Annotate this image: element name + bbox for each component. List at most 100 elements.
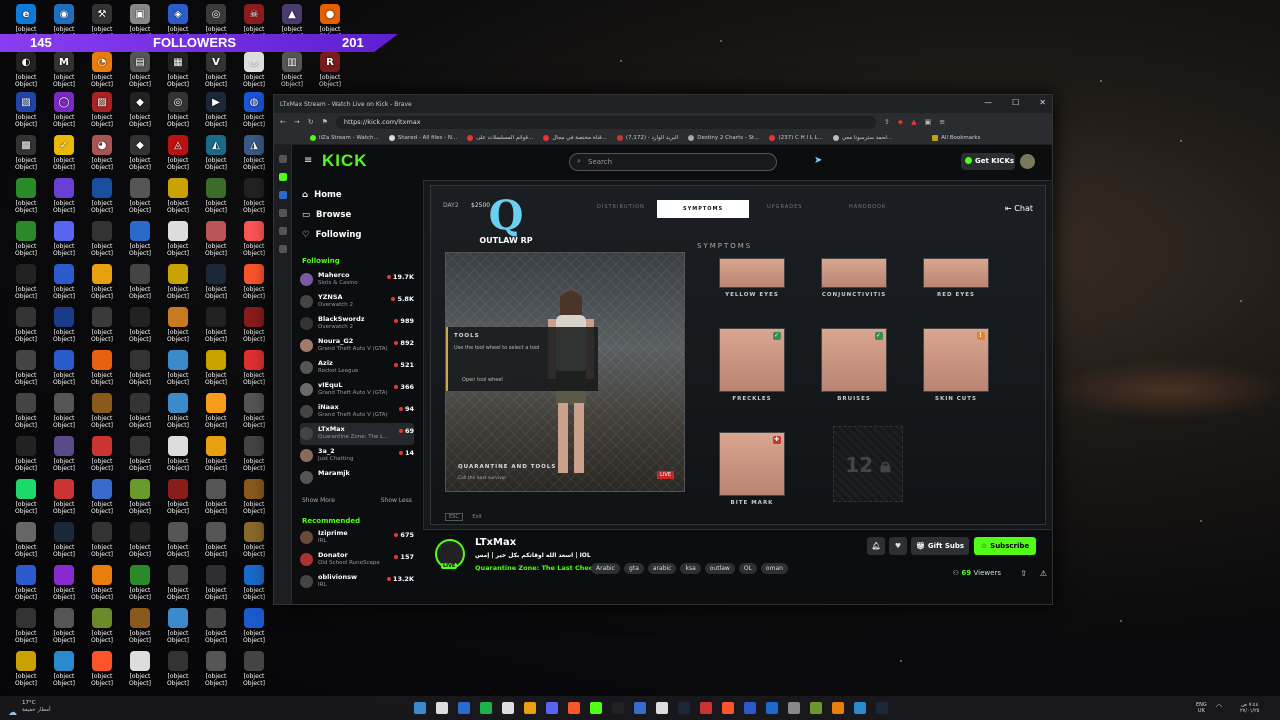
desktop-icon[interactable]: ◍ [object Object] (232, 92, 276, 128)
taskbar-app-icon[interactable] (480, 702, 492, 714)
get-kicks-button[interactable]: Get KICKs (961, 153, 1015, 170)
taskbar-app-icon[interactable] (458, 702, 470, 714)
user-avatar[interactable] (1020, 154, 1035, 169)
desktop-icon[interactable]: [object Object] (232, 565, 276, 601)
chat-toggle[interactable]: ⇤ Chat (1005, 204, 1033, 213)
desktop-icon[interactable]: [object Object] (232, 350, 276, 386)
sidebar-icon[interactable] (278, 227, 287, 235)
channel-row[interactable]: Maherco Slots & Casino 19.7K (300, 269, 414, 291)
desktop-icon[interactable]: [object Object] (232, 479, 276, 515)
desktop-icon[interactable]: ◮ [object Object] (232, 135, 276, 171)
taskbar-app-icon[interactable] (854, 702, 866, 714)
taskbar-app-icon[interactable] (744, 702, 756, 714)
gift-subs-button[interactable]: 🎁︎ Gift Subs (911, 537, 969, 555)
nav-following[interactable]: ♡ Following (302, 225, 362, 245)
extensions-icon[interactable]: ▣ (925, 118, 932, 126)
taskbar-app-icon[interactable] (502, 702, 514, 714)
channel-row[interactable]: 3a_2 Just Chatting 14 (300, 445, 414, 467)
desktop-icon[interactable]: [object Object] (232, 221, 276, 257)
taskbar-app-icon[interactable] (568, 702, 580, 714)
desktop-icon[interactable]: [object Object] (232, 393, 276, 429)
bookmark-item[interactable]: البريد الوارد - (7,172) (616, 134, 678, 141)
show-less-button[interactable]: Show Less (381, 497, 412, 504)
channel-row[interactable]: Iziprime IRL 675 (300, 527, 414, 549)
menu-icon[interactable]: ≡ (939, 118, 945, 126)
bookmark-item[interactable]: قناة مختصة في مجال... (543, 134, 607, 141)
kick-logo[interactable]: KICK (322, 151, 368, 171)
desktop-icon[interactable]: [object Object] (232, 264, 276, 300)
tag-chip[interactable]: ksa (680, 563, 701, 574)
sidebar-icon[interactable] (278, 245, 287, 253)
reload-icon[interactable]: ↻ (308, 118, 314, 126)
maximize-icon[interactable]: ☐ (1012, 98, 1019, 107)
report-icon[interactable]: ⚠ (1040, 569, 1047, 578)
share-stream-icon[interactable]: ⇧ (1020, 569, 1027, 578)
search-input[interactable]: ⌕ Search (569, 153, 777, 171)
taskbar-app-icon[interactable] (634, 702, 646, 714)
clock[interactable]: ٧:٤٤ ص ٢٧/٠١/٢٥ (1240, 702, 1259, 714)
desktop-icon[interactable]: [object Object] (232, 178, 276, 214)
desktop-icon[interactable]: [object Object] (232, 522, 276, 558)
channel-row[interactable]: BlackSwordz Overwatch 2 989 (300, 313, 414, 335)
notify-button[interactable]: 🔔︎ (867, 537, 885, 555)
sidebar-icon[interactable] (278, 191, 287, 199)
taskbar-app-icon[interactable] (590, 702, 602, 714)
subscribe-button[interactable]: ☆ Subscribe (974, 537, 1036, 555)
follow-button[interactable]: ♥ (889, 537, 907, 555)
bookmark-item[interactable]: iiZa Stream - Watch... (310, 134, 379, 141)
taskbar-app-icon[interactable] (546, 702, 558, 714)
tag-chip[interactable]: Arabic (591, 563, 621, 574)
close-icon[interactable]: ✕ (1039, 98, 1046, 107)
show-more-button[interactable]: Show More (302, 497, 335, 504)
taskbar-app-icon[interactable] (678, 702, 690, 714)
taskbar-app-icon[interactable] (766, 702, 778, 714)
taskbar-app-icon[interactable] (524, 702, 536, 714)
taskbar-app-icon[interactable] (832, 702, 844, 714)
tag-chip[interactable]: oman (760, 563, 788, 574)
share-icon[interactable]: ⇪ (884, 118, 890, 126)
channel-row[interactable]: oblivionsw IRL 13.2K (300, 571, 414, 593)
desktop-icon[interactable]: R [object Object] (308, 52, 352, 88)
bookmark-item[interactable]: Shared - All files - N... (388, 134, 457, 141)
bookmark-item[interactable]: قوائم المسلسلات على... (467, 134, 533, 141)
weather-widget[interactable]: ☁ 17°C أمطار خفيفة (8, 700, 51, 719)
back-icon[interactable]: ← (280, 118, 286, 126)
taskbar-app-icon[interactable] (700, 702, 712, 714)
forward-icon[interactable]: → (294, 118, 300, 126)
channel-row[interactable]: Noura_G2 Grand Theft Auto V (GTA) 892 (300, 335, 414, 357)
hamburger-icon[interactable]: ≡ (304, 155, 312, 166)
stream-category[interactable]: Quarantine Zone: The Last Check (475, 564, 597, 572)
brave-shield-icon[interactable]: ◈ (898, 118, 903, 126)
taskbar-app-icon[interactable] (612, 702, 624, 714)
channel-row[interactable]: iNaax Grand Theft Auto V (GTA) 94 (300, 401, 414, 423)
sidebar-icon[interactable] (278, 155, 287, 163)
all-bookmarks[interactable]: All Bookmarks (932, 134, 980, 141)
desktop-icon[interactable]: [object Object] (232, 436, 276, 472)
url-field[interactable]: https://kick.com/ltxmax (335, 115, 876, 129)
streamer-avatar[interactable]: LIVE (435, 539, 465, 569)
channel-row[interactable]: vIEquL Grand Theft Auto V (GTA) 366 (300, 379, 414, 401)
tag-chip[interactable]: arabic (647, 563, 677, 574)
channel-row[interactable]: Aziz Rocket League 521 (300, 357, 414, 379)
channel-row[interactable]: YZNSA Overwatch 2 5.8K (300, 291, 414, 313)
bookmark-icon[interactable]: ⚑ (322, 118, 328, 126)
rewards-icon[interactable]: ▲ (911, 118, 916, 126)
taskbar-app-icon[interactable] (876, 702, 888, 714)
taskbar-app-icon[interactable] (788, 702, 800, 714)
wifi-icon[interactable]: ◠ (1216, 703, 1222, 711)
bookmark-item[interactable]: Destiny 2 Charts - St... (688, 134, 759, 141)
nav-browse[interactable]: ▭ Browse (302, 205, 362, 225)
taskbar-app-icon[interactable] (656, 702, 668, 714)
desktop-icon[interactable]: [object Object] (232, 651, 276, 687)
desktop-icon[interactable]: [object Object] (232, 307, 276, 343)
tag-chip[interactable]: OL (738, 563, 757, 574)
sidebar-icon[interactable] (278, 209, 287, 217)
video-player[interactable]: DAY2 $2500 DISTRIBUTION SYMPTOMS UPGRADE… (423, 180, 1053, 530)
bookmark-item[interactable]: لحمد سترسونا معي... (832, 134, 892, 141)
sidebar-icon[interactable] (278, 173, 287, 181)
tag-chip[interactable]: gta (624, 563, 644, 574)
nav-home[interactable]: ⌂ Home (302, 185, 362, 205)
desktop-icon[interactable]: [object Object] (232, 608, 276, 644)
minimize-icon[interactable]: — (984, 98, 992, 107)
taskbar-app-icon[interactable] (436, 702, 448, 714)
